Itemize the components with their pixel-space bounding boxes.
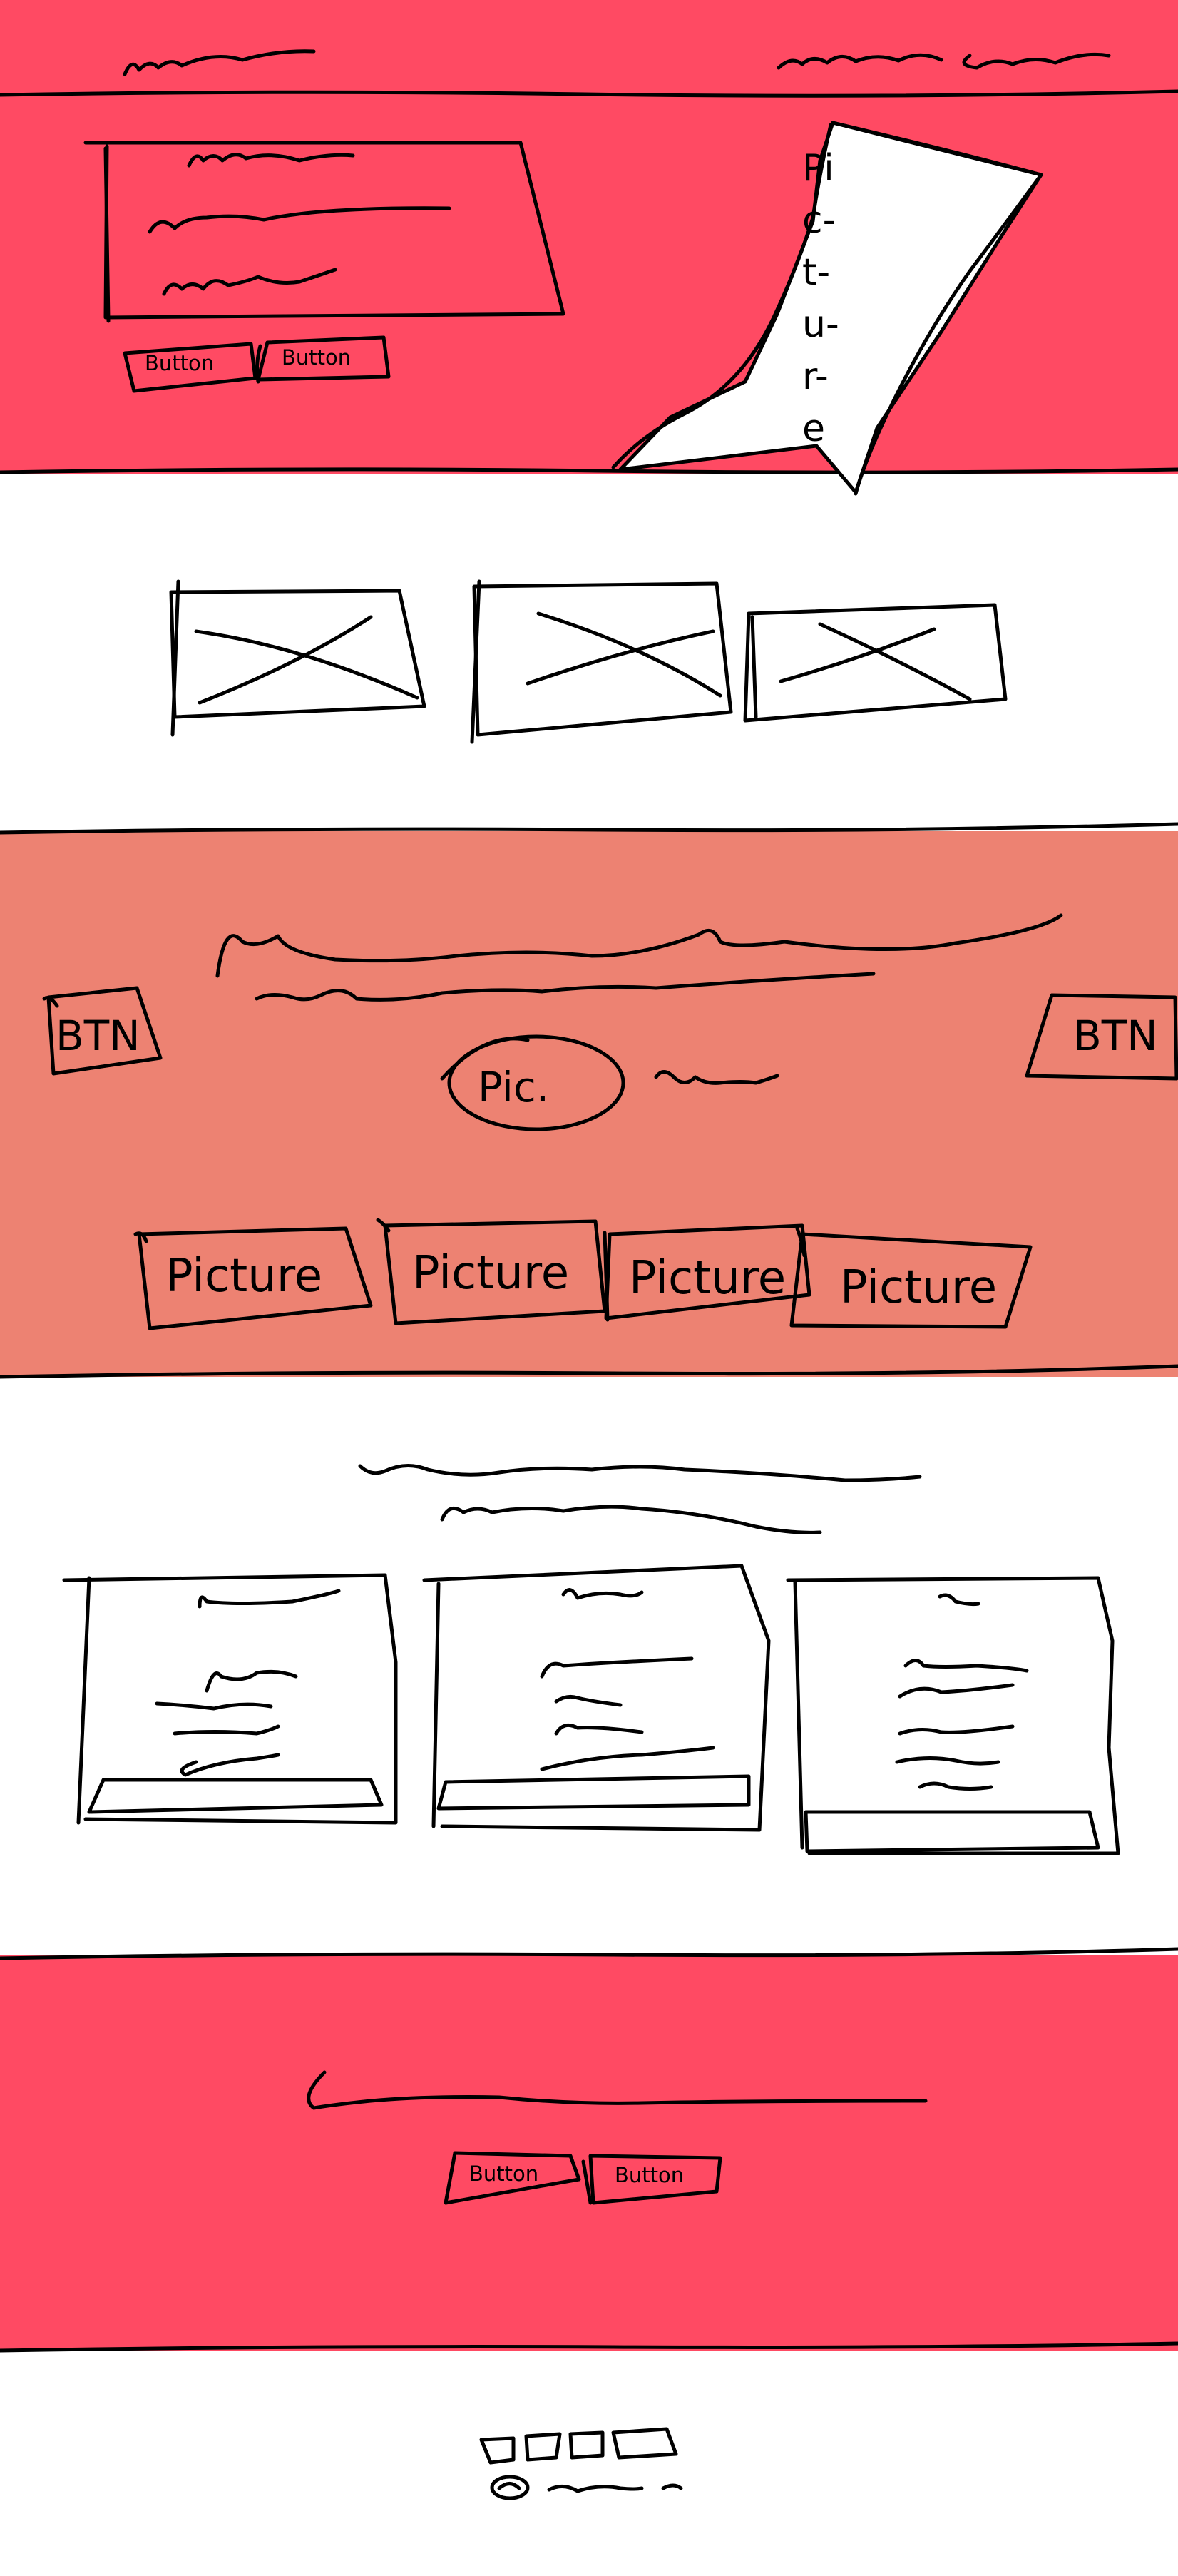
hero-band	[0, 93, 1178, 474]
card-2-button	[436, 1774, 751, 1811]
cta-button-2[interactable]: Button	[615, 2163, 684, 2187]
picture-box-1-label: Picture	[165, 1250, 323, 1303]
hero-picture-letter: Pi	[802, 147, 834, 190]
circle-picture-label: Pic.	[478, 1063, 550, 1111]
picture-box-3-label: Picture	[629, 1252, 787, 1305]
card-2	[422, 1564, 771, 1832]
hero-picture-label: Pi c- t- u- r- e	[802, 143, 839, 455]
picture-box-2-label: Picture	[412, 1247, 570, 1300]
left-btn[interactable]: BTN	[56, 1012, 140, 1060]
footer-copyright-scribble	[490, 2475, 683, 2500]
section-subline-scribble	[440, 1505, 822, 1534]
hero-picture-letter: t-	[802, 251, 831, 294]
hero-picture-letter: r-	[802, 355, 829, 398]
top-nav-band	[0, 0, 1178, 93]
cta-button-1[interactable]: Button	[469, 2162, 538, 2186]
hero-picture-letter: c-	[802, 199, 836, 242]
card-3-button	[804, 1810, 1100, 1853]
image-placeholder-2	[470, 579, 733, 744]
image-placeholder-1	[169, 579, 426, 737]
right-btn[interactable]: BTN	[1073, 1012, 1158, 1060]
hero-picture-letter: u-	[802, 303, 839, 346]
image-placeholder-3	[743, 603, 1008, 723]
card-3	[786, 1576, 1120, 1855]
footer-social-icons	[479, 2427, 678, 2465]
hero-button-1[interactable]: Button	[145, 351, 214, 375]
hero-picture-letter: e	[802, 407, 825, 450]
card-1-button	[87, 1778, 384, 1814]
section-headline-scribble	[358, 1464, 922, 1482]
hero-button-2[interactable]: Button	[282, 345, 351, 370]
picture-box-4-label: Picture	[840, 1261, 998, 1314]
card-1	[62, 1573, 398, 1825]
cta-band	[0, 1955, 1178, 2351]
